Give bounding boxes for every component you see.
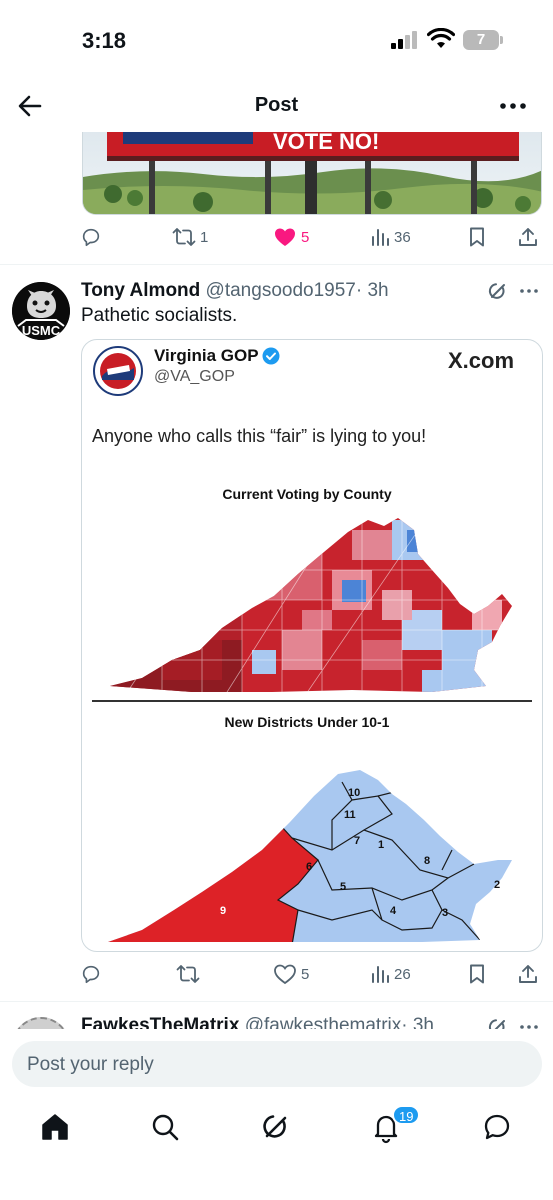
bookmark-icon [470, 964, 484, 984]
reply-icon [82, 228, 100, 247]
battery-nub [500, 36, 503, 44]
share-button[interactable] [517, 222, 539, 252]
avatar[interactable]: USMC [12, 282, 70, 340]
reply-icon [82, 965, 100, 984]
top-post-actions: 1 5 36 [80, 222, 540, 252]
like-button[interactable]: 5 [273, 222, 309, 252]
bulldog-avatar-image: USMC [12, 282, 70, 340]
bookmark-icon [470, 227, 484, 247]
views-button[interactable]: 36 [370, 222, 411, 252]
status-time: 3:18 [82, 28, 127, 53]
avatar [12, 1017, 70, 1029]
reply-post-actions: 5 26 [80, 959, 540, 989]
district-label: 11 [344, 809, 356, 821]
navigation-bar: Post [0, 82, 553, 130]
district-map: 10 11 7 1 6 8 5 2 9 4 3 [108, 770, 512, 942]
heart-filled-icon [275, 228, 295, 246]
district-label: 1 [378, 839, 384, 851]
wifi-icon [427, 28, 455, 48]
repost-button[interactable]: 1 [172, 222, 208, 252]
district-label: 10 [348, 787, 360, 799]
next-post-preview[interactable]: FawkesTheMatrix @fawkesthematrix· 3h [0, 1001, 553, 1029]
district-label: 2 [494, 879, 500, 891]
xcom-watermark: X.com [448, 348, 515, 373]
repost-icon [172, 228, 196, 246]
district-label: 9 [220, 905, 226, 917]
post-text: Pathetic socialists. [81, 305, 238, 326]
reply-input[interactable]: Post your reply [12, 1041, 542, 1087]
divider [0, 264, 553, 265]
map-title-districts: New Districts Under 10-1 [224, 714, 390, 730]
post-timestamp: · 3h [401, 1015, 434, 1029]
like-count: 5 [301, 228, 310, 246]
tab-bar [0, 1100, 553, 1200]
author-line: FawkesTheMatrix @fawkesthematrix· 3h [81, 1015, 434, 1029]
bookmark-button[interactable] [467, 959, 487, 989]
view-count: 36 [394, 228, 411, 246]
billboard-photo: VOTE NO! [83, 132, 541, 214]
view-count: 26 [394, 965, 411, 983]
search-icon[interactable] [148, 1110, 182, 1144]
like-count: 5 [301, 965, 310, 983]
repost-icon [176, 965, 200, 983]
divider [92, 700, 532, 702]
more-dots-icon[interactable] [497, 92, 529, 120]
reply-button[interactable] [80, 222, 106, 252]
share-button[interactable] [517, 959, 539, 989]
verified-badge-icon [262, 347, 280, 365]
repost-button[interactable] [176, 959, 204, 989]
district-label: 8 [424, 855, 430, 867]
share-icon [519, 965, 537, 983]
share-icon [519, 228, 537, 246]
page-title: Post [254, 94, 299, 116]
battery-icon: 7 [463, 30, 499, 50]
author-line: Tony Almond @tangsoodo1957· 3h [81, 280, 389, 302]
grok-icon[interactable] [259, 1110, 293, 1144]
author-name[interactable]: Tony Almond [81, 280, 200, 301]
district-label: 4 [390, 905, 397, 917]
author-name[interactable]: FawkesTheMatrix [81, 1015, 239, 1029]
reply-button[interactable] [80, 959, 106, 989]
embedded-author-name: Virginia GOP [154, 346, 259, 365]
district-label: 7 [354, 835, 360, 847]
grok-icon[interactable] [487, 280, 509, 302]
author-handle[interactable]: @tangsoodo1957 [206, 280, 356, 301]
messages-icon[interactable] [480, 1110, 514, 1144]
views-icon [372, 966, 389, 983]
post-image[interactable]: VOTE NO! [82, 132, 542, 215]
district-label: 6 [306, 861, 312, 873]
status-bar: 3:18 7 [0, 0, 553, 80]
district-label: 3 [442, 907, 448, 919]
cellular-signal-icon [391, 31, 421, 49]
like-button[interactable]: 5 [273, 959, 309, 989]
post-image[interactable]: Virginia GOP @VA_GOP X.com Anyone who ca… [81, 339, 543, 952]
district-label: 5 [340, 881, 346, 893]
more-dots-icon[interactable] [517, 1016, 541, 1029]
county-voting-map [110, 518, 512, 692]
post-timestamp: · 3h [355, 280, 389, 301]
billboard-text: VOTE NO! [273, 132, 379, 154]
avatar-text: USMC [22, 323, 61, 338]
views-button[interactable]: 26 [370, 959, 411, 989]
virginia-gop-logo [93, 346, 143, 396]
more-dots-icon[interactable] [517, 280, 541, 302]
grok-icon[interactable] [487, 1016, 509, 1029]
bookmark-button[interactable] [467, 222, 487, 252]
embedded-author-handle: @VA_GOP [154, 368, 235, 385]
heart-icon [274, 964, 296, 985]
views-icon [372, 229, 389, 246]
author-handle[interactable]: @fawkesthematrix [245, 1015, 402, 1029]
home-icon[interactable] [38, 1110, 72, 1144]
embedded-quote: Anyone who calls this “fair” is lying to… [92, 426, 427, 446]
reply-placeholder: Post your reply [27, 1054, 154, 1075]
map-title-current: Current Voting by County [222, 486, 392, 502]
notification-badge: 19 [392, 1105, 421, 1125]
repost-count: 1 [200, 228, 209, 246]
